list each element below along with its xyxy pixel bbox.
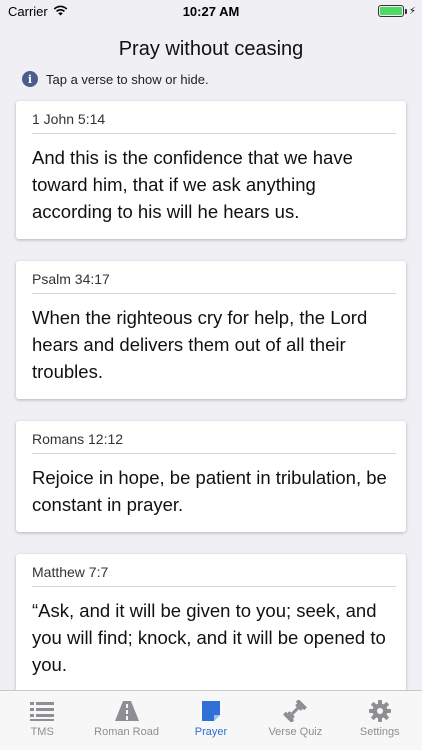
verse-reference: 1 John 5:14	[32, 111, 396, 134]
tab-prayer[interactable]: Prayer	[169, 700, 253, 738]
battery-fill	[379, 7, 402, 15]
tab-bar: TMS Roman Road Prayer Verse Quiz Setting…	[0, 690, 422, 750]
status-left: Carrier	[8, 4, 68, 19]
verse-reference: Matthew 7:7	[32, 564, 396, 587]
tab-label: TMS	[30, 726, 54, 738]
verse-card[interactable]: 1 John 5:14 And this is the confidence t…	[16, 101, 406, 239]
verse-card[interactable]: Psalm 34:17 When the righteous cry for h…	[16, 261, 406, 399]
tab-label: Prayer	[194, 726, 228, 738]
verse-card[interactable]: Romans 12:12 Rejoice in hope, be patient…	[16, 421, 406, 532]
hint-text: Tap a verse to show or hide.	[46, 71, 209, 87]
tab-label: Verse Quiz	[268, 726, 323, 738]
hint-row: i Tap a verse to show or hide.	[22, 71, 209, 87]
battery-icon	[377, 5, 407, 17]
gear-icon	[367, 700, 393, 722]
tab-tms[interactable]: TMS	[0, 700, 84, 738]
prayer-note-icon	[198, 700, 224, 722]
road-icon	[114, 700, 140, 722]
info-icon: i	[22, 71, 38, 87]
verse-text: “Ask, and it will be given to you; seek,…	[32, 600, 386, 675]
dumbbell-icon	[282, 700, 308, 722]
verse-list: 1 John 5:14 And this is the confidence t…	[16, 101, 406, 714]
verse-reference: Romans 12:12	[32, 431, 396, 454]
charging-bolt-icon: ⚡	[408, 5, 416, 17]
verse-text: And this is the confidence that we have …	[32, 147, 353, 222]
carrier-label: Carrier	[8, 3, 48, 19]
wifi-icon	[53, 4, 68, 19]
tab-verse-quiz[interactable]: Verse Quiz	[253, 700, 337, 738]
tab-label: Settings	[359, 726, 400, 738]
status-right: ⚡	[377, 5, 416, 17]
tab-settings[interactable]: Settings	[338, 700, 422, 738]
verse-text: When the righteous cry for help, the Lor…	[32, 307, 368, 382]
page-title: Pray without ceasing	[118, 38, 304, 60]
list-icon	[29, 700, 55, 722]
verse-reference: Psalm 34:17	[32, 271, 396, 294]
tab-roman-road[interactable]: Roman Road	[85, 700, 169, 738]
verse-text: Rejoice in hope, be patient in tribulati…	[32, 467, 387, 515]
verse-card[interactable]: Matthew 7:7 “Ask, and it will be given t…	[16, 554, 406, 692]
tab-label: Roman Road	[94, 726, 159, 738]
status-bar: Carrier 10:27 AM ⚡	[0, 0, 422, 22]
